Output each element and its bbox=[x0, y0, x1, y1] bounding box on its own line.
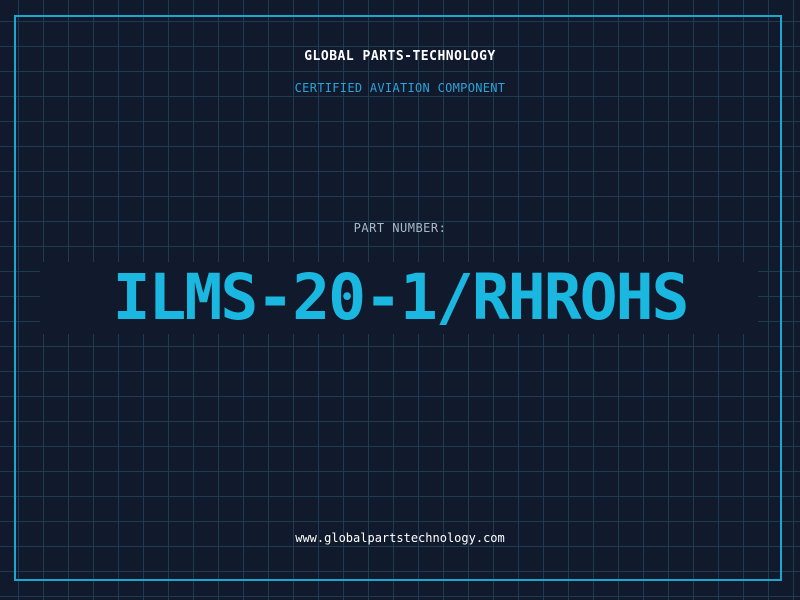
part-number-value: ILMS-20-1/RHROHS bbox=[112, 261, 690, 334]
certification-subtitle: CERTIFIED AVIATION COMPONENT bbox=[294, 81, 506, 95]
part-number-label: PART NUMBER: bbox=[353, 221, 447, 235]
certificate-card: GLOBAL PARTS-TECHNOLOGY CERTIFIED AVIATI… bbox=[0, 0, 800, 600]
brand-name: GLOBAL PARTS-TECHNOLOGY bbox=[304, 49, 496, 64]
website-link[interactable]: www.globalpartstechnology.com bbox=[0, 531, 800, 545]
